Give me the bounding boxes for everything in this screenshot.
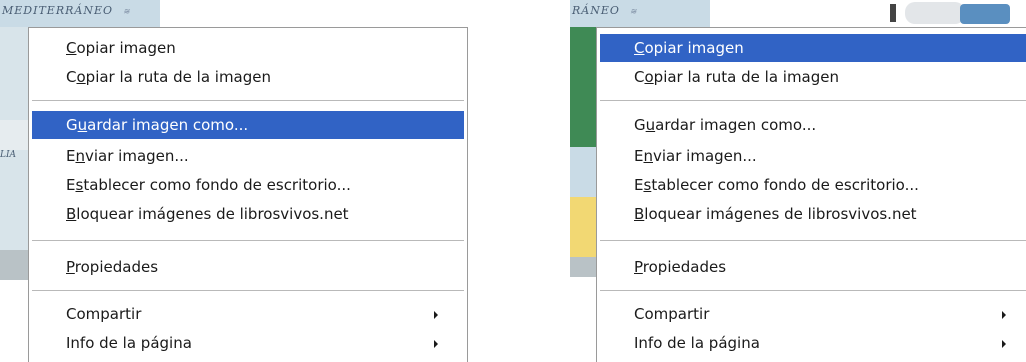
toolbar-graphic — [905, 2, 965, 24]
menu-item-page-info[interactable]: Info de la página — [32, 329, 464, 357]
menu-separator — [600, 290, 1026, 291]
map-land-patch — [0, 120, 28, 150]
left-screenshot-panel: MEDITERRÁNEO ≋ LIA Copiar imagen Copiar l… — [0, 0, 480, 362]
menu-item-save-image-as[interactable]: Guardar imagen como... — [600, 111, 1026, 139]
menu-separator — [32, 290, 464, 291]
right-screenshot-panel: RÁNEO ≋ Copiar imagen Copiar la ruta de l… — [570, 0, 1026, 362]
map-label-text: MEDITERRÁNEO — [2, 4, 114, 17]
menu-item-save-image-as[interactable]: Guardar imagen como... — [32, 111, 464, 139]
map-mark: ≋ — [629, 7, 638, 16]
menu-item-page-info[interactable]: Info de la página — [600, 329, 1026, 357]
menu-item-copy-image[interactable]: Copiar imagen — [32, 34, 464, 62]
menu-item-set-as-wallpaper[interactable]: Establecer como fondo de escritorio... — [32, 171, 464, 199]
map-land-patch — [570, 197, 596, 257]
menu-item-copy-image-path[interactable]: Copiar la ruta de la imagen — [600, 63, 1026, 91]
toolbar-graphic — [890, 4, 896, 22]
menu-item-copy-image[interactable]: Copiar imagen — [600, 34, 1026, 62]
menu-item-send-image[interactable]: Enviar imagen... — [32, 142, 464, 170]
menu-item-send-image[interactable]: Enviar imagen... — [600, 142, 1026, 170]
menu-item-block-images[interactable]: Bloquear imágenes de librosvivos.net — [32, 200, 464, 228]
map-land-patch — [570, 257, 596, 277]
map-land-patch — [0, 250, 28, 280]
menu-item-copy-image-path[interactable]: Copiar la ruta de la imagen — [32, 63, 464, 91]
menu-item-share[interactable]: Compartir — [600, 300, 1026, 328]
map-land-patch — [570, 147, 596, 197]
menu-item-set-as-wallpaper[interactable]: Establecer como fondo de escritorio... — [600, 171, 1026, 199]
submenu-arrow-icon — [1002, 340, 1006, 348]
context-menu: Copiar imagen Copiar la ruta de la image… — [28, 27, 468, 362]
submenu-arrow-icon — [1002, 311, 1006, 319]
map-land-patch — [570, 27, 596, 147]
context-menu: Copiar imagen Copiar la ruta de la image… — [596, 27, 1026, 362]
toolbar-graphic — [960, 4, 1010, 24]
map-label-text: RÁNEO — [572, 4, 620, 17]
map-label: MEDITERRÁNEO ≋ — [2, 4, 131, 17]
menu-separator — [600, 100, 1026, 101]
menu-item-properties[interactable]: Propiedades — [32, 253, 464, 281]
map-mark: ≋ — [123, 7, 131, 16]
menu-separator — [32, 240, 464, 241]
menu-separator — [600, 240, 1026, 241]
menu-item-properties[interactable]: Propiedades — [600, 253, 1026, 281]
map-label: RÁNEO ≋ — [572, 4, 638, 17]
submenu-arrow-icon — [434, 311, 438, 319]
menu-item-share[interactable]: Compartir — [32, 300, 464, 328]
map-side-label: LIA — [0, 150, 17, 160]
menu-item-block-images[interactable]: Bloquear imágenes de librosvivos.net — [600, 200, 1026, 228]
submenu-arrow-icon — [434, 340, 438, 348]
menu-separator — [32, 100, 464, 101]
